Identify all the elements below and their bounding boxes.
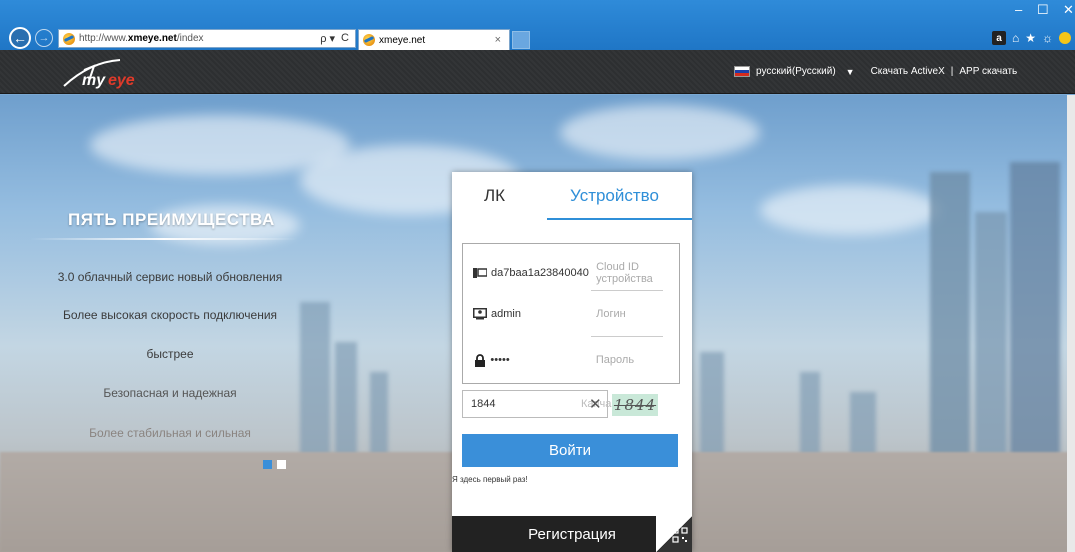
home-icon[interactable]: ⌂: [1012, 31, 1019, 45]
lock-icon: [473, 353, 486, 367]
promo-feature-1: 3.0 облачный сервис новый обновления: [57, 270, 283, 284]
svg-text:eye: eye: [108, 72, 135, 89]
captcha-input[interactable]: 1844 Капча ✕: [462, 390, 611, 418]
ie-favicon-icon: [363, 34, 375, 46]
app-download-link[interactable]: APP скачать: [959, 66, 1017, 77]
promo-divider: [30, 238, 298, 240]
carousel-dots: [263, 460, 286, 469]
promo-feature-3: быстрее: [146, 347, 194, 361]
password-value: •••••: [490, 354, 510, 366]
carousel-dot-active[interactable]: [263, 460, 272, 469]
promo-title: ПЯТЬ ПРЕИМУЩЕСТВА: [68, 210, 275, 229]
promo-feature-2: Более высокая скорость подключения: [62, 308, 278, 322]
tab-close-icon[interactable]: ×: [495, 34, 501, 46]
login-button[interactable]: Войти: [462, 434, 678, 467]
refresh-icon[interactable]: C: [341, 32, 349, 45]
download-activex-link[interactable]: Скачать ActiveX: [871, 66, 945, 77]
login-panel: ЛК Устройство da7baa1a23840040 Cloud ID …: [452, 172, 692, 552]
qr-code-icon[interactable]: [672, 527, 688, 543]
maximize-button[interactable]: ☐: [1037, 2, 1049, 18]
cloud-id-placeholder: Cloud ID устройства: [596, 261, 653, 285]
cloud-id-value: da7baa1a23840040: [491, 267, 589, 279]
new-tab-button[interactable]: [512, 31, 530, 49]
active-tab-indicator: [547, 218, 692, 220]
captcha-image[interactable]: 1844: [612, 394, 658, 416]
amazon-icon[interactable]: a: [991, 31, 1006, 45]
page-scrollbar[interactable]: [1067, 95, 1075, 552]
password-field[interactable]: ••••• Пароль: [473, 337, 663, 383]
tab-lk[interactable]: ЛК: [452, 172, 537, 220]
chevron-down-icon[interactable]: ▼: [846, 67, 855, 77]
search-dropdown-icon[interactable]: ρ ▾: [320, 32, 335, 45]
tab-device[interactable]: Устройство: [537, 172, 692, 220]
xmeye-logo[interactable]: my eye: [60, 56, 150, 90]
ie-favicon-icon: [63, 32, 75, 45]
site-header: my eye русский(Русский) ▼ Скачать Active…: [0, 50, 1075, 94]
url-text: http://www.xmeye.net/index: [79, 33, 204, 44]
login-value: admin: [491, 308, 521, 320]
device-icon: [473, 268, 487, 278]
svg-text:my: my: [82, 72, 106, 89]
close-window-button[interactable]: ✕: [1063, 2, 1074, 18]
browser-chrome: ← → http://www.xmeye.net/index ρ ▾ C xme…: [0, 0, 1075, 50]
forward-arrow-icon[interactable]: →: [35, 29, 53, 47]
captcha-value: 1844: [471, 398, 496, 410]
clear-icon[interactable]: ✕: [589, 395, 602, 413]
promo-feature-4: Безопасная и надежная: [103, 386, 237, 400]
first-time-link[interactable]: Я здесь первый раз!: [452, 475, 528, 484]
minimize-button[interactable]: –: [1015, 2, 1022, 17]
feedback-smiley-icon[interactable]: [1059, 32, 1071, 44]
favorites-star-icon[interactable]: ★: [1025, 31, 1036, 45]
address-bar[interactable]: http://www.xmeye.net/index ρ ▾ C: [58, 29, 356, 48]
settings-gear-icon[interactable]: ☼: [1042, 31, 1053, 45]
promo-feature-5: Более стабильная и сильная: [89, 426, 251, 440]
back-arrow-icon[interactable]: ←: [9, 27, 31, 49]
language-select[interactable]: русский(Русский): [756, 66, 836, 77]
password-placeholder: Пароль: [595, 354, 635, 366]
carousel-dot[interactable]: [277, 460, 286, 469]
user-icon: [473, 308, 487, 320]
browser-tab[interactable]: xmeye.net ×: [358, 29, 510, 50]
russian-flag-icon: [734, 66, 750, 77]
device-form: da7baa1a23840040 Cloud ID устройства adm…: [462, 243, 680, 384]
login-placeholder: Логин: [596, 308, 626, 320]
header-separator: |: [950, 66, 954, 77]
tab-title: xmeye.net: [379, 34, 426, 46]
login-field[interactable]: admin Логин: [473, 291, 663, 337]
